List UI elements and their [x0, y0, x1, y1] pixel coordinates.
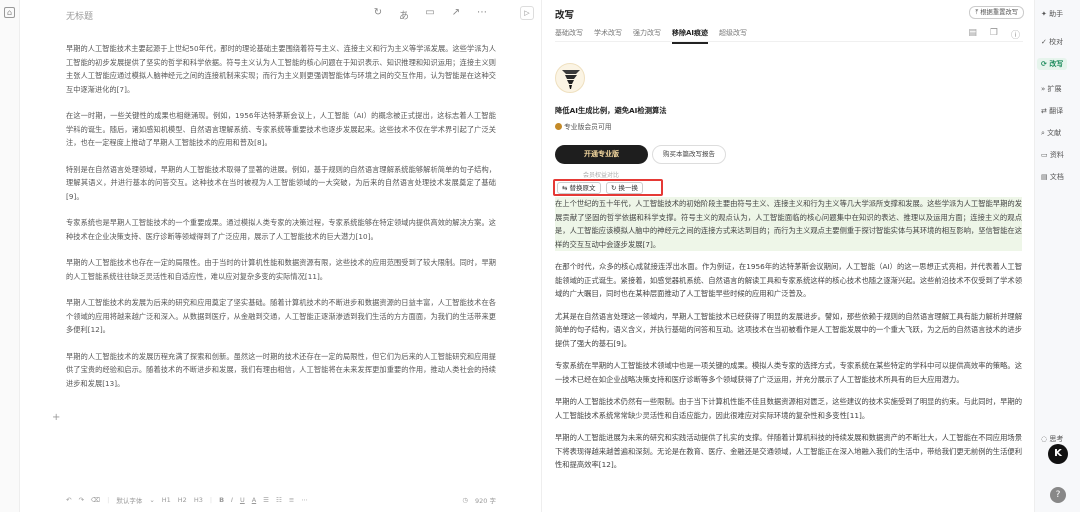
- rail-item-literature[interactable]: ⌕ 文献: [1041, 128, 1061, 138]
- search-icon: ⌕: [1041, 129, 1045, 137]
- rail-item-translate[interactable]: ⇄ 翻译: [1041, 106, 1063, 116]
- assistant-icon: ✦: [1041, 10, 1047, 18]
- rail-item-proofread[interactable]: ✓ 校对: [1041, 37, 1063, 47]
- more-icon[interactable]: ⋯: [301, 496, 308, 504]
- result-paragraph[interactable]: 在那个时代，众多的核心成就接连浮出水面。作为例证，在1956年的达特茅斯会议期间…: [555, 260, 1022, 301]
- heading-h1[interactable]: H1: [162, 496, 171, 504]
- promo-title: 降低AI生成比例，避免AI检测算法: [555, 106, 667, 115]
- app-logo-button[interactable]: K: [1048, 444, 1068, 464]
- rail-item-assistant[interactable]: ✦ 助手: [1041, 9, 1063, 19]
- refresh-icon: ↻: [611, 184, 617, 192]
- replace-original-button[interactable]: ⇆ 替换原文: [557, 182, 601, 194]
- regenerate-button[interactable]: ↻ 换一换: [606, 182, 644, 194]
- promo-subtitle-text: 专业版会员可用: [564, 123, 612, 131]
- more-icon[interactable]: ⋯: [476, 7, 488, 22]
- doc-paragraph[interactable]: 早期人工智能技术的发展为后来的研究和应用奠定了坚实基础。随着计算机技术的不断进步…: [66, 296, 496, 337]
- rail-item-rewrite[interactable]: ⟳ 改写: [1037, 58, 1068, 70]
- heading-h2[interactable]: H2: [178, 496, 187, 504]
- rewrite-history-button[interactable]: ⤒ 根据重置改写: [969, 6, 1024, 19]
- tornado-icon: [555, 63, 585, 93]
- info-icon[interactable]: ⓘ: [1011, 28, 1020, 41]
- rail-label: 助手: [1049, 10, 1064, 18]
- rail-item-expand[interactable]: » 扩展: [1041, 84, 1062, 94]
- rail-label: 文献: [1047, 129, 1062, 137]
- doc-icon[interactable]: ▭: [424, 7, 436, 22]
- align-icon[interactable]: ≡: [289, 496, 294, 504]
- numbered-list-icon[interactable]: ☷: [276, 496, 282, 504]
- rewrite-history-label: 根据重置改写: [980, 9, 1018, 16]
- document-icon: ▤: [1041, 173, 1048, 181]
- rail-label: 翻译: [1049, 107, 1064, 115]
- text-color-button[interactable]: A: [252, 496, 256, 504]
- clock-icon: ◷: [462, 496, 469, 504]
- doc-paragraph[interactable]: 专家系统也是早期人工智能技术的一个重要成果。通过模拟人类专家的决策过程，专家系统…: [66, 216, 496, 243]
- expand-icon: »: [1041, 85, 1046, 93]
- rail-label: 扩展: [1047, 85, 1062, 93]
- upload-icon: ⤒: [975, 9, 979, 16]
- vip-icon: [555, 123, 562, 130]
- share-icon[interactable]: ↗: [450, 7, 462, 22]
- bold-button[interactable]: B: [219, 496, 224, 504]
- check-icon: ✓: [1041, 38, 1047, 46]
- copy-icon[interactable]: ❐: [990, 28, 998, 41]
- upgrade-pro-button[interactable]: 开通专业版: [555, 145, 648, 164]
- document-title[interactable]: 无标题: [66, 9, 93, 22]
- result-paragraph[interactable]: 早期的人工智能技术仍然有一些限制。由于当下计算机性能不佳且数据资源相对匮乏，这些…: [555, 395, 1022, 422]
- format-toolbar: ↶ ↷ ⌫ | 默认字体 ⌄ H1 H2 H3 | B I U A ☰ ☷ ≡ …: [66, 495, 496, 505]
- chevron-down-icon[interactable]: ⌄: [149, 496, 154, 504]
- rail-item-materials[interactable]: ▭ 资料: [1041, 150, 1064, 160]
- regenerate-label: 换一换: [618, 184, 639, 192]
- rail-label: 文档: [1049, 173, 1064, 181]
- translate-icon[interactable]: あ: [398, 7, 410, 22]
- rail-label: 思考: [1049, 435, 1064, 443]
- translate-icon: ⇄: [1041, 107, 1047, 115]
- result-paragraph[interactable]: 在上个世纪的五十年代，人工智能技术的初始阶段主要由符号主义、连接主义和行为主义等…: [555, 197, 1022, 251]
- rewrite-icon: ⟳: [1041, 60, 1047, 68]
- redo-icon[interactable]: ↷: [78, 496, 83, 504]
- clipboard-icon[interactable]: ▤: [968, 28, 977, 41]
- document-body[interactable]: 早期的人工智能技术主要起源于上世纪50年代，那时的理论基础主要围绕着符号主义、连…: [66, 42, 496, 403]
- home-icon[interactable]: ⌂: [4, 7, 15, 18]
- rail-item-documents[interactable]: ▤ 文档: [1041, 172, 1064, 182]
- heading-h3[interactable]: H3: [194, 496, 203, 504]
- promo-subtitle: 专业版会员可用: [555, 121, 612, 131]
- buy-report-button[interactable]: 购买本篇改写报告: [652, 145, 726, 164]
- rail-item-think[interactable]: ◌ 思考: [1041, 434, 1063, 444]
- result-paragraph[interactable]: 专家系统在早期的人工智能技术领域中也是一项关键的成果。模拟人类专家的选择方式，专…: [555, 359, 1022, 386]
- replace-icon: ⇆: [562, 184, 568, 192]
- right-rail: ✦ 助手 ✓ 校对 ⟳ 改写 » 扩展 ⇄ 翻译 ⌕ 文献 ▭ 资料 ▤ 文档 …: [1034, 0, 1080, 512]
- word-count: 920 字: [475, 497, 496, 505]
- panel-title: 改写: [555, 10, 575, 21]
- add-block-icon[interactable]: +: [52, 412, 60, 423]
- font-select[interactable]: 默认字体: [116, 495, 142, 505]
- result-paragraph[interactable]: 早期的人工智能进展为未来的研究和实践活动提供了扎实的支撑。伴随着计算机科技的持续…: [555, 431, 1022, 472]
- rewrite-result[interactable]: 在上个世纪的五十年代，人工智能技术的初始阶段主要由符号主义、连接主义和行为主义等…: [555, 197, 1022, 481]
- tab-divider: [555, 41, 1023, 42]
- rewrite-panel: 改写 ⤒ 根据重置改写 基础改写 学术改写 强力改写 移除AI痕迹 超级改写 ▤…: [541, 0, 1034, 512]
- help-icon[interactable]: ?: [1050, 487, 1066, 503]
- rail-label: 改写: [1049, 60, 1064, 68]
- bullet-list-icon[interactable]: ☰: [263, 496, 269, 504]
- format-painter-icon[interactable]: ⌫: [91, 496, 100, 504]
- rail-label: 资料: [1049, 151, 1064, 159]
- doc-paragraph[interactable]: 早期的人工智能技术主要起源于上世纪50年代，那时的理论基础主要围绕着符号主义、连…: [66, 42, 496, 96]
- italic-button[interactable]: I: [231, 496, 233, 504]
- undo-icon[interactable]: ↶: [66, 496, 71, 504]
- replace-original-label: 替换原文: [569, 184, 596, 192]
- member-rights-link[interactable]: 会员权益对比: [583, 170, 619, 179]
- lightbulb-icon: ◌: [1041, 435, 1048, 443]
- editor-header: 无标题 ↻ あ ▭ ↗ ⋯: [20, 0, 520, 28]
- left-rail: ⌂: [0, 0, 20, 512]
- folder-icon: ▭: [1041, 151, 1048, 159]
- doc-paragraph[interactable]: 早期的人工智能技术的发展历程充满了探索和创新。虽然这一时期的技术还存在一定的局限…: [66, 350, 496, 391]
- rail-label: 校对: [1049, 38, 1064, 46]
- underline-button[interactable]: U: [240, 496, 245, 504]
- editor-pane: 无标题 ↻ あ ▭ ↗ ⋯ 早期的人工智能技术主要起源于上世纪50年代，那时的理…: [20, 0, 520, 512]
- doc-paragraph[interactable]: 特别是在自然语言处理领域，早期的人工智能技术取得了显著的进展。例如，基于规则的自…: [66, 163, 496, 204]
- doc-paragraph[interactable]: 在这一时期，一些关键性的成果也相继涌现。例如，1956年达特茅斯会议上，人工智能…: [66, 109, 496, 150]
- result-paragraph[interactable]: 尤其是在自然语言处理这一领域内，早期人工智能技术已经获得了明显的发展进步。譬如，…: [555, 310, 1022, 351]
- sync-icon[interactable]: ↻: [372, 7, 384, 22]
- collapse-panel-button[interactable]: ▷: [520, 6, 534, 20]
- doc-paragraph[interactable]: 早期的人工智能技术也存在一定的局限性。由于当时的计算机性能和数据资源有限，这些技…: [66, 256, 496, 283]
